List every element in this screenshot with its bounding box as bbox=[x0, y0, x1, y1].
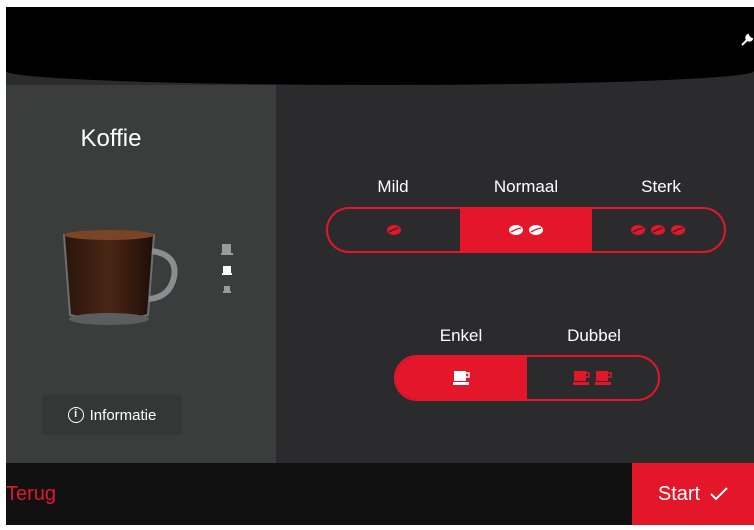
check-icon bbox=[710, 487, 728, 501]
large-cup-icon bbox=[221, 244, 233, 255]
quantity-option-dubbel[interactable] bbox=[527, 357, 658, 399]
cup-icon bbox=[452, 371, 470, 385]
coffee-bean-icon bbox=[387, 225, 401, 235]
strength-option-normaal[interactable] bbox=[460, 209, 592, 251]
bottom-bar: Terug Start bbox=[6, 463, 754, 525]
quantity-option-enkel[interactable] bbox=[396, 357, 527, 399]
strength-label-mild: Mild bbox=[377, 177, 409, 196]
coffee-cup-image bbox=[62, 230, 178, 325]
start-button[interactable]: Start bbox=[632, 463, 754, 525]
strength-option-sterk[interactable] bbox=[592, 209, 724, 251]
strength-label-normaal: Normaal bbox=[493, 177, 559, 196]
medium-cup-icon bbox=[222, 266, 232, 275]
coffee-machine-screen: Koffie i Informatie Mild Normaal Sterk E… bbox=[6, 7, 754, 525]
cup-icon bbox=[594, 371, 612, 385]
strength-label-sterk: Sterk bbox=[641, 177, 681, 196]
info-icon: i bbox=[67, 407, 84, 423]
product-panel: Koffie i Informatie bbox=[6, 85, 276, 463]
cup-icon bbox=[572, 371, 590, 385]
coffee-bean-icon bbox=[631, 225, 645, 235]
back-button[interactable]: Terug bbox=[6, 483, 56, 506]
quantity-label-enkel: Enkel bbox=[439, 326, 483, 345]
information-button[interactable]: i Informatie bbox=[42, 395, 182, 435]
top-bar bbox=[6, 7, 754, 85]
small-cup-icon bbox=[223, 286, 231, 293]
strength-selector bbox=[326, 207, 726, 253]
start-label: Start bbox=[657, 482, 701, 505]
strength-option-mild[interactable] bbox=[328, 209, 460, 251]
quantity-label-dubbel: Dubbel bbox=[567, 326, 621, 345]
quantity-selector bbox=[394, 355, 660, 401]
coffee-bean-icon bbox=[651, 225, 665, 235]
information-label: Informatie bbox=[89, 406, 157, 424]
product-title: Koffie bbox=[80, 125, 142, 152]
coffee-bean-icon bbox=[529, 225, 543, 235]
coffee-bean-icon bbox=[671, 225, 685, 235]
wrench-icon[interactable] bbox=[740, 33, 754, 47]
coffee-bean-icon bbox=[509, 225, 523, 235]
cup-size-indicator bbox=[220, 243, 234, 303]
